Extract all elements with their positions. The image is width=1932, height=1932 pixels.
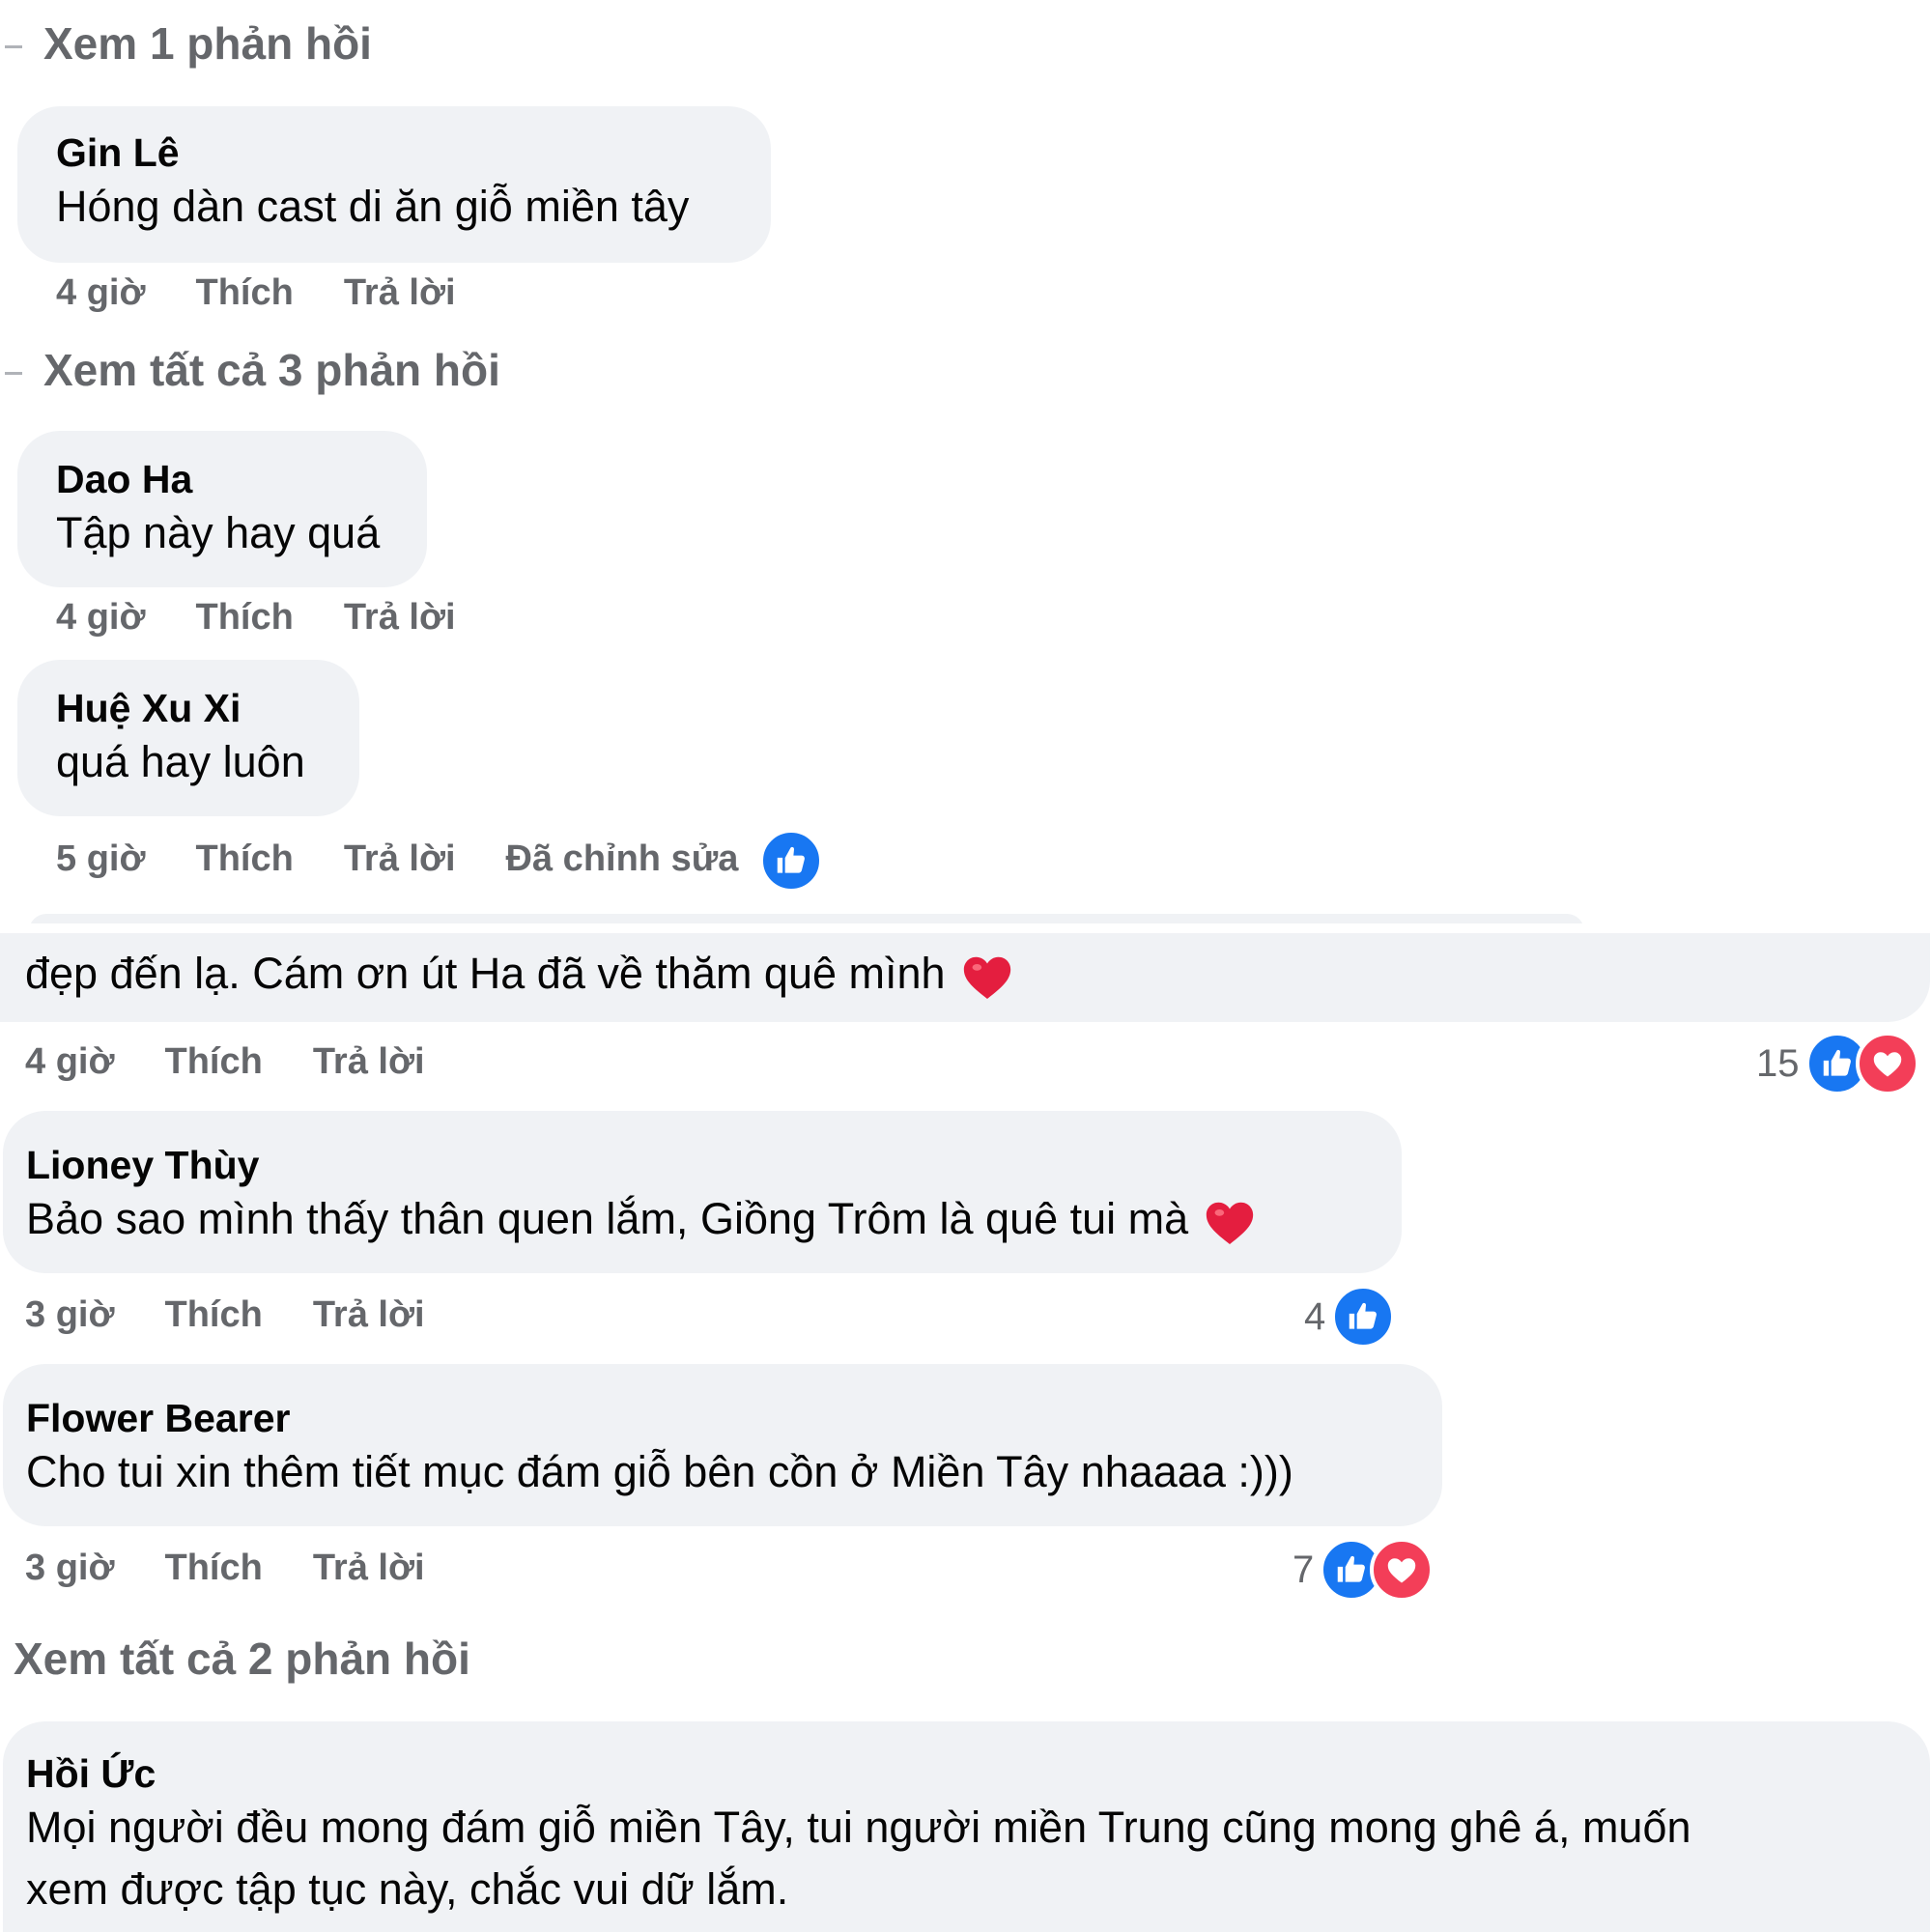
- comment-time[interactable]: 5 giờ: [56, 838, 145, 880]
- comment-actions: 3 giờ Thích Trả lời: [25, 1548, 475, 1589]
- reaction-count: 7: [1293, 1548, 1315, 1591]
- reaction-summary[interactable]: 7: [1293, 1538, 1435, 1602]
- comment-text: đẹp đến lạ. Cám ơn út Ha đã về thăm quê …: [25, 943, 1930, 1005]
- comment-author[interactable]: Gin Lê: [56, 129, 771, 176]
- comment-author[interactable]: Lioney Thùy: [26, 1142, 1402, 1188]
- like-action[interactable]: Thích: [195, 838, 293, 880]
- comment-time[interactable]: 3 giờ: [25, 1548, 114, 1589]
- comment-text: Hóng dàn cast di ăn giỗ miền tây: [56, 182, 690, 231]
- view-replies-link[interactable]: Xem 1 phản hồi: [5, 17, 372, 70]
- comment-bubble: Huệ Xu Xi quá hay luôn: [17, 660, 359, 816]
- comment-time[interactable]: 4 giờ: [56, 597, 145, 639]
- like-action[interactable]: Thích: [164, 1041, 262, 1083]
- comment-text: Cho tui xin thêm tiết mục đám giỗ bên cồ…: [26, 1447, 1293, 1496]
- comment-bubble: Flower Bearer Cho tui xin thêm tiết mục …: [3, 1364, 1442, 1526]
- comment-actions: 4 giờ Thích Trả lời: [25, 1041, 475, 1083]
- comment-bubble: đẹp đến lạ. Cám ơn út Ha đã về thăm quê …: [0, 933, 1930, 1022]
- reply-action[interactable]: Trả lời: [313, 1548, 425, 1589]
- love-reaction-icon: [1370, 1538, 1435, 1602]
- comment-text: Tập này hay quá: [56, 508, 381, 557]
- reaction-count: 15: [1756, 1041, 1800, 1085]
- comment-actions: 5 giờ Thích Trả lời Đã chỉnh sửa: [56, 838, 788, 880]
- like-icon: [1333, 1551, 1370, 1588]
- like-action[interactable]: Thích: [164, 1294, 262, 1336]
- reply-action[interactable]: Trả lời: [313, 1041, 425, 1083]
- reply-action[interactable]: Trả lời: [344, 272, 456, 314]
- comment-author[interactable]: Dao Ha: [56, 456, 427, 502]
- comment-actions: 4 giờ Thích Trả lời: [56, 272, 506, 314]
- thread-line: [5, 45, 22, 49]
- reaction-summary[interactable]: 4: [1304, 1285, 1396, 1349]
- comment-author[interactable]: Huệ Xu Xi: [56, 685, 359, 731]
- like-action[interactable]: Thích: [195, 272, 293, 314]
- comment-actions: 3 giờ Thích Trả lời: [25, 1294, 475, 1336]
- reaction-count: 4: [1304, 1294, 1326, 1338]
- love-icon: [1869, 1045, 1906, 1082]
- reply-action[interactable]: Trả lời: [313, 1294, 425, 1336]
- like-action[interactable]: Thích: [164, 1548, 262, 1589]
- comment-text: Bảo sao mình thấy thân quen lắm, Giồng T…: [26, 1188, 1402, 1250]
- comment-time[interactable]: 3 giờ: [25, 1294, 114, 1336]
- comment-time[interactable]: 4 giờ: [56, 272, 145, 314]
- comment-text: quá hay luôn: [56, 737, 305, 786]
- like-icon: [1819, 1045, 1856, 1082]
- comment-actions: 4 giờ Thích Trả lời: [56, 597, 506, 639]
- view-replies-link[interactable]: Xem tất cả 2 phản hồi: [14, 1633, 470, 1685]
- comment-text-line: Mọi người đều mong đám giỗ miền Tây, tui…: [26, 1803, 1691, 1852]
- reply-action[interactable]: Trả lời: [344, 597, 456, 639]
- comment-time[interactable]: 4 giờ: [25, 1041, 114, 1083]
- screenshot-seam: [0, 923, 1932, 933]
- love-icon: [1383, 1551, 1420, 1588]
- edited-label: Đã chỉnh sửa: [505, 838, 739, 879]
- comment-bubble: Hồi Ức Mọi người đều mong đám giỗ miền T…: [3, 1721, 1930, 1932]
- comment-bubble: Lioney Thùy Bảo sao mình thấy thân quen …: [3, 1111, 1402, 1273]
- reply-action[interactable]: Trả lời: [344, 838, 456, 880]
- like-reaction-icon[interactable]: [759, 829, 823, 893]
- comment-text-line: xem được tập tục này, chắc vui dữ lắm.: [26, 1864, 789, 1914]
- comment-bubble: Dao Ha Tập này hay quá: [17, 431, 427, 587]
- like-icon: [1345, 1298, 1381, 1335]
- comment-author[interactable]: Flower Bearer: [26, 1395, 1442, 1441]
- reaction-summary[interactable]: 15: [1756, 1032, 1919, 1095]
- heart-emoji-icon: [1202, 1194, 1258, 1250]
- thread-line: [5, 372, 22, 376]
- comment-author[interactable]: Hồi Ức: [26, 1750, 1930, 1797]
- like-icon: [773, 842, 810, 879]
- heart-emoji-icon: [959, 949, 1015, 1005]
- view-replies-link[interactable]: Xem tất cả 3 phản hồi: [5, 344, 500, 396]
- like-action[interactable]: Thích: [195, 597, 293, 639]
- comment-bubble: Gin Lê Hóng dàn cast di ăn giỗ miền tây: [17, 106, 771, 263]
- love-reaction-icon: [1855, 1032, 1919, 1095]
- like-reaction-icon: [1331, 1285, 1396, 1349]
